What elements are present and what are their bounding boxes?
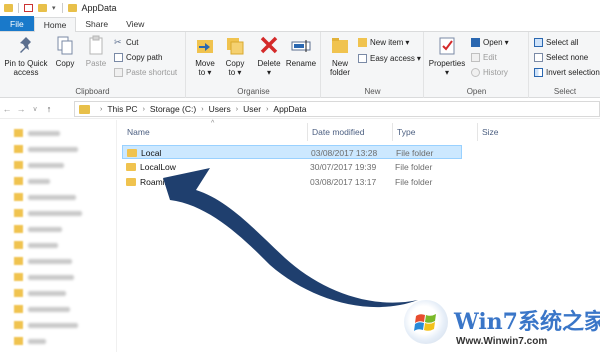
watermark: Win7系统之家 Www.Winwin7.com: [400, 298, 600, 352]
watermark-url: Www.Winwin7.com: [456, 336, 548, 347]
watermark-brand: Win7系统之家: [454, 309, 600, 335]
curved-arrow-body: [163, 168, 418, 308]
windows-logo-icon: [404, 300, 448, 344]
windows-flag-icon: [414, 314, 436, 331]
